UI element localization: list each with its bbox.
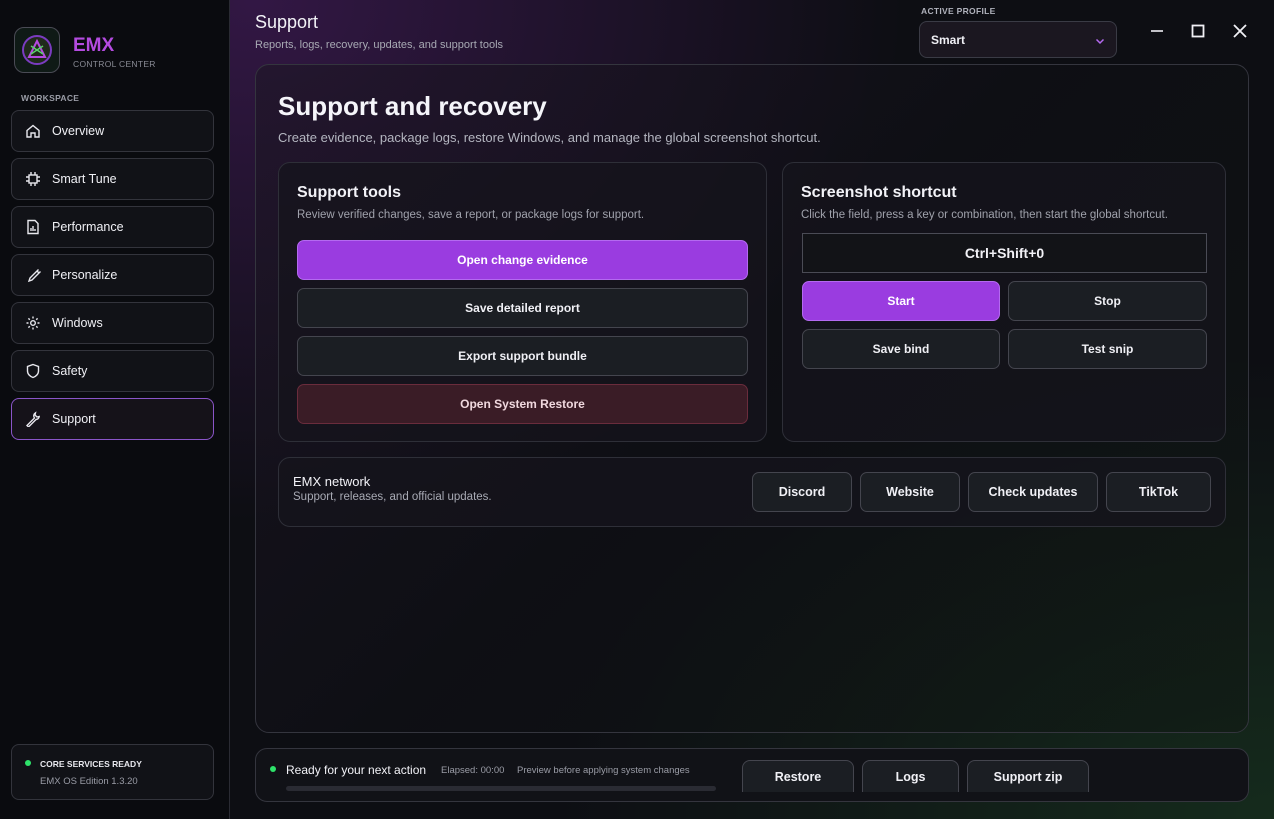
page-subtitle: Reports, logs, recovery, updates, and su… xyxy=(255,39,504,51)
restore-button[interactable]: Restore xyxy=(742,760,854,792)
network-subtitle: Support, releases, and official updates. xyxy=(293,491,492,503)
tiktok-button[interactable]: TikTok xyxy=(1106,472,1211,512)
network-title: EMX network xyxy=(293,474,371,489)
sidebar-item-label: Safety xyxy=(52,364,88,378)
preview-note: Preview before applying system changes xyxy=(517,765,690,776)
chevron-down-icon xyxy=(1094,34,1106,52)
home-icon xyxy=(24,122,42,140)
start-shortcut-button[interactable]: Start xyxy=(802,281,1000,321)
website-button[interactable]: Website xyxy=(860,472,960,512)
status-indicator xyxy=(25,760,31,766)
app-window: EMX CONTROL CENTER WORKSPACE Overview Sm… xyxy=(0,0,1274,819)
minimize-button[interactable] xyxy=(1144,18,1170,44)
elapsed-time: Elapsed: 00:00 xyxy=(441,765,505,776)
ready-indicator xyxy=(270,766,276,772)
minimize-icon xyxy=(1151,30,1163,32)
shortcut-key-field[interactable]: Ctrl+Shift+0 xyxy=(802,233,1207,273)
maximize-button[interactable] xyxy=(1185,18,1211,44)
logs-button[interactable]: Logs xyxy=(862,760,959,792)
sidebar-item-label: Windows xyxy=(52,316,103,330)
sidebar-section-label: WORKSPACE xyxy=(21,93,80,103)
status-title: CORE SERVICES READY xyxy=(40,759,142,769)
profile-value: Smart xyxy=(931,32,966,47)
emx-logo-icon xyxy=(22,35,52,65)
sidebar-item-safety[interactable]: Safety xyxy=(11,350,214,392)
sidebar: EMX CONTROL CENTER WORKSPACE Overview Sm… xyxy=(0,0,230,819)
shield-icon xyxy=(24,362,42,380)
sidebar-item-support[interactable]: Support xyxy=(11,398,214,440)
sidebar-item-label: Performance xyxy=(52,220,124,234)
support-tools-subtitle: Review verified changes, save a report, … xyxy=(297,209,645,221)
sidebar-item-label: Smart Tune xyxy=(52,172,117,186)
support-tools-title: Support tools xyxy=(297,184,401,201)
screenshot-shortcut-subtitle: Click the field, press a key or combinat… xyxy=(801,209,1168,221)
sidebar-item-windows[interactable]: Windows xyxy=(11,302,214,344)
open-system-restore-button[interactable]: Open System Restore xyxy=(297,384,748,424)
wrench-icon xyxy=(24,410,42,428)
open-change-evidence-button[interactable]: Open change evidence xyxy=(297,240,748,280)
chart-icon xyxy=(24,218,42,236)
profile-select[interactable]: Smart xyxy=(919,21,1117,58)
close-button[interactable] xyxy=(1227,18,1253,44)
sidebar-item-performance[interactable]: Performance xyxy=(11,206,214,248)
check-updates-button[interactable]: Check updates xyxy=(968,472,1098,512)
core-status-card: CORE SERVICES READY EMX OS Edition 1.3.2… xyxy=(11,744,214,800)
stop-shortcut-button[interactable]: Stop xyxy=(1008,281,1207,321)
export-support-bundle-button[interactable]: Export support bundle xyxy=(297,336,748,376)
sidebar-item-smart-tune[interactable]: Smart Tune xyxy=(11,158,214,200)
version-label: EMX OS Edition 1.3.20 xyxy=(40,776,138,787)
sidebar-item-personalize[interactable]: Personalize xyxy=(11,254,214,296)
save-bind-button[interactable]: Save bind xyxy=(802,329,1000,369)
close-icon xyxy=(1233,24,1247,38)
brand-logo xyxy=(14,27,60,73)
discord-button[interactable]: Discord xyxy=(752,472,852,512)
action-status: Ready for your next action xyxy=(286,763,427,777)
page-title: Support xyxy=(255,12,319,32)
sidebar-item-label: Overview xyxy=(52,124,105,138)
brand-subtitle: CONTROL CENTER xyxy=(73,59,156,69)
support-zip-button[interactable]: Support zip xyxy=(967,760,1089,792)
action-progress-bar xyxy=(286,786,716,791)
sidebar-item-label: Personalize xyxy=(52,268,118,282)
test-snip-button[interactable]: Test snip xyxy=(1008,329,1207,369)
screenshot-shortcut-title: Screenshot shortcut xyxy=(801,184,957,201)
sidebar-item-overview[interactable]: Overview xyxy=(11,110,214,152)
main-title: Support and recovery xyxy=(278,91,547,121)
save-detailed-report-button[interactable]: Save detailed report xyxy=(297,288,748,328)
chip-icon xyxy=(24,170,42,188)
brand-name: EMX xyxy=(73,35,115,56)
main-subtitle: Create evidence, package logs, restore W… xyxy=(278,130,821,145)
brush-icon xyxy=(24,266,42,284)
gear-icon xyxy=(24,314,42,332)
sidebar-item-label: Support xyxy=(52,412,96,426)
profile-label: ACTIVE PROFILE xyxy=(921,6,996,16)
maximize-icon xyxy=(1191,24,1205,38)
